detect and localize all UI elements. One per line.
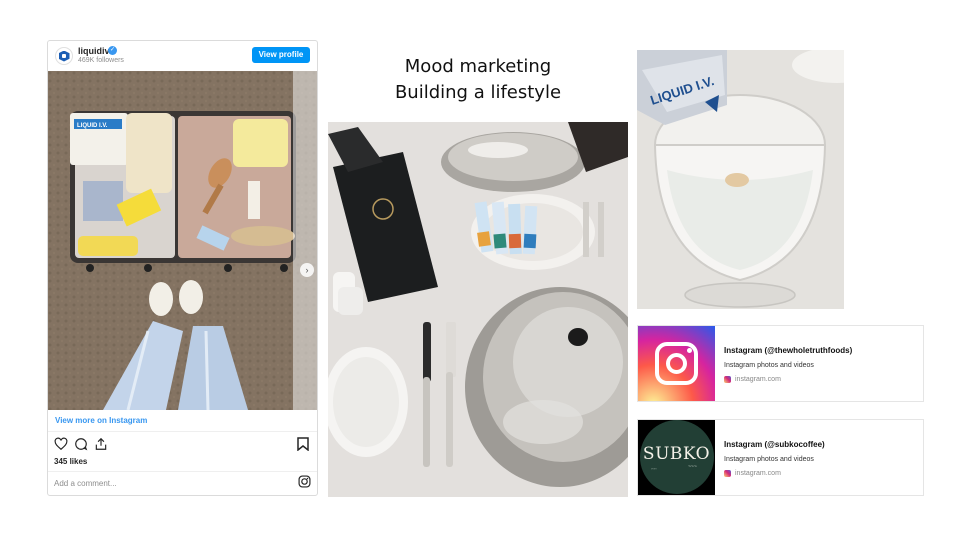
comment-icon[interactable]: [74, 437, 88, 451]
view-profile-button[interactable]: View profile: [252, 47, 310, 63]
instagram-logo-icon: [638, 326, 715, 401]
embed-header: liquidiv ✓ 469K followers View profile: [48, 41, 317, 71]
instagram-icon[interactable]: [298, 475, 311, 488]
verified-badge-icon: ✓: [108, 46, 117, 55]
link-domain: instagram.com: [735, 470, 781, 477]
share-icon[interactable]: [94, 437, 108, 451]
link-thumbnail: [638, 326, 715, 401]
link-card-subko[interactable]: SUBKO ◦◦◦◦ ~~~ Instagram (@subkocoffee) …: [637, 419, 924, 496]
link-description: Instagram photos and videos: [724, 456, 814, 463]
like-count: 345 likes: [54, 457, 88, 466]
link-title[interactable]: Instagram (@thewholetruthfoods): [724, 346, 852, 355]
room-service-photo: [328, 122, 628, 497]
post-photo[interactable]: LIQUID I.V. ›: [48, 71, 317, 410]
liquidiv-logo-icon: [58, 50, 70, 62]
photo-brand-text: LIQUID I.V.: [77, 123, 108, 129]
link-thumbnail: SUBKO ◦◦◦◦ ~~~: [638, 420, 715, 495]
title-line-2: Building a lifestyle: [394, 82, 562, 103]
instagram-favicon-icon: [724, 470, 731, 477]
subko-decor-mark: ~~~: [688, 464, 697, 470]
divider: [48, 471, 317, 472]
view-more-link[interactable]: View more on Instagram: [55, 416, 147, 425]
link-card-wholetruth[interactable]: Instagram (@thewholetruthfoods) Instagra…: [637, 325, 924, 402]
profile-avatar[interactable]: [55, 47, 73, 65]
subko-logo-text: SUBKO: [642, 444, 711, 464]
divider: [48, 431, 317, 432]
drink-glass-photo: LIQUID I.V.: [637, 50, 844, 309]
follower-count: 469K followers: [78, 57, 124, 64]
heart-icon[interactable]: [54, 437, 68, 451]
instagram-embed-card: liquidiv ✓ 469K followers View profile L…: [47, 40, 318, 496]
bookmark-icon[interactable]: [297, 437, 309, 452]
slide-title: Mood marketing Building a lifestyle: [378, 54, 578, 106]
chevron-right-icon[interactable]: ›: [300, 263, 314, 277]
instagram-favicon-icon: [724, 376, 731, 383]
link-title[interactable]: Instagram (@subkocoffee): [724, 440, 825, 449]
subko-decor-mark: ◦◦◦◦: [651, 466, 657, 471]
subko-logo: SUBKO ◦◦◦◦ ~~~: [638, 420, 715, 495]
comment-input[interactable]: Add a comment...: [54, 479, 117, 488]
link-domain: instagram.com: [735, 376, 781, 383]
profile-username[interactable]: liquidiv: [78, 46, 110, 56]
link-description: Instagram photos and videos: [724, 362, 814, 369]
title-line-1: Mood marketing: [404, 56, 552, 77]
